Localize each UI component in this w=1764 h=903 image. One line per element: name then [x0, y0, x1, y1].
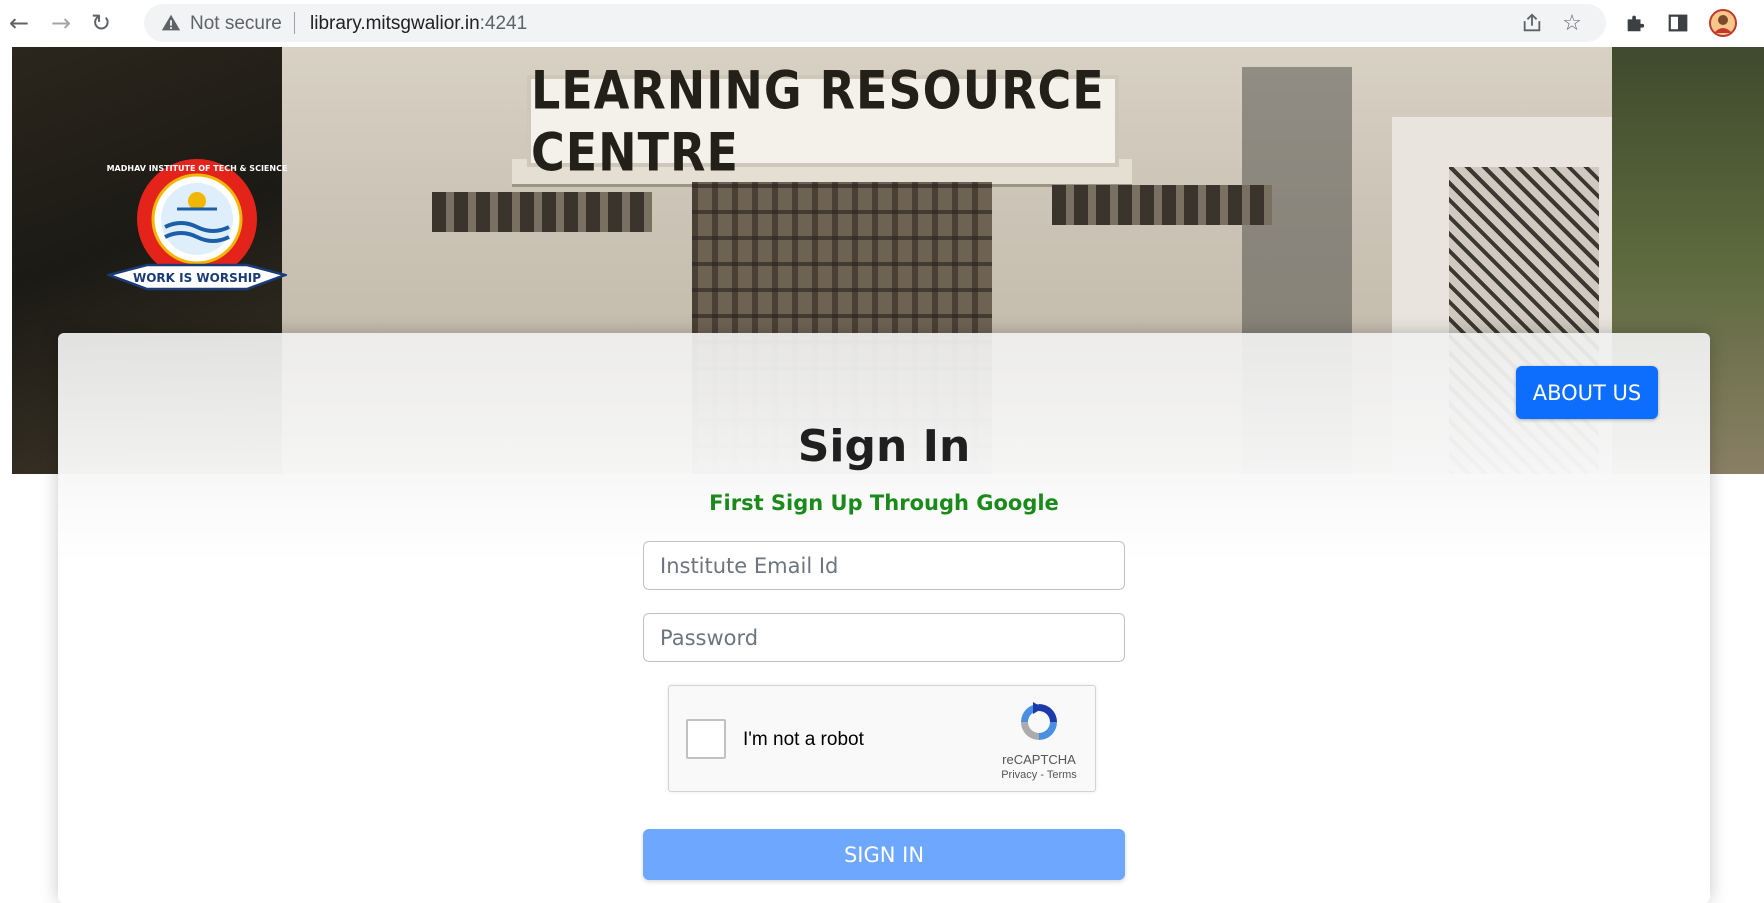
signin-card: ABOUT US Sign In First Sign Up Through G… [58, 333, 1710, 903]
institute-logo: WORK IS WORSHIP MADHAV INSTITUTE OF TECH… [107, 159, 287, 291]
share-icon[interactable] [1519, 10, 1545, 36]
recaptcha-logo-icon [1021, 702, 1057, 740]
sign-in-button[interactable]: SIGN IN [643, 829, 1125, 880]
reload-icon[interactable]: ↻ [86, 8, 116, 38]
svg-text:MADHAV INSTITUTE OF TECH & SCI: MADHAV INSTITUTE OF TECH & SCIENCE [107, 164, 287, 173]
building-sign-text: LEARNING RESOURCE CENTRE [531, 58, 1105, 184]
url-text[interactable]: library.mitsgwalior.in:4241 [310, 13, 527, 35]
puzzle-icon[interactable] [1620, 8, 1650, 38]
url-host: library.mitsgwalior.in [310, 13, 480, 34]
page-title: Sign In [797, 421, 971, 472]
url-port: :4241 [479, 13, 528, 34]
about-us-button[interactable]: ABOUT US [1516, 366, 1658, 419]
arrow-left-icon[interactable]: ← [4, 8, 34, 38]
address-bar[interactable]: Not secure library.mitsgwalior.in:4241 ☆ [144, 4, 1606, 42]
url-separator [294, 12, 295, 34]
recaptcha-widget: I'm not a robot reCAPTCHA Privacy - Term… [668, 685, 1096, 792]
hero-windows-right [1052, 185, 1272, 225]
star-icon[interactable]: ☆ [1559, 10, 1585, 36]
email-field[interactable] [643, 541, 1125, 590]
building-sign: LEARNING RESOURCE CENTRE [527, 59, 1119, 183]
arrow-right-icon[interactable]: → [46, 8, 76, 38]
recaptcha-label: I'm not a robot [743, 729, 864, 750]
recaptcha-checkbox[interactable] [686, 719, 726, 759]
signup-hint: First Sign Up Through Google [709, 491, 1059, 515]
svg-text:WORK IS WORSHIP: WORK IS WORSHIP [133, 271, 261, 285]
side-panel-icon[interactable] [1663, 8, 1693, 38]
hero-windows-left [432, 192, 652, 232]
password-field[interactable] [643, 613, 1125, 662]
security-label[interactable]: Not secure [190, 13, 282, 35]
recaptcha-brand: reCAPTCHA [1002, 752, 1076, 767]
warning-icon [161, 14, 181, 31]
recaptcha-privacy-terms[interactable]: Privacy - Terms [987, 769, 1091, 781]
browser-toolbar: ← → ↻ Not secure library.mitsgwalior.in:… [0, 0, 1764, 47]
profile-avatar-icon[interactable] [1708, 8, 1738, 38]
